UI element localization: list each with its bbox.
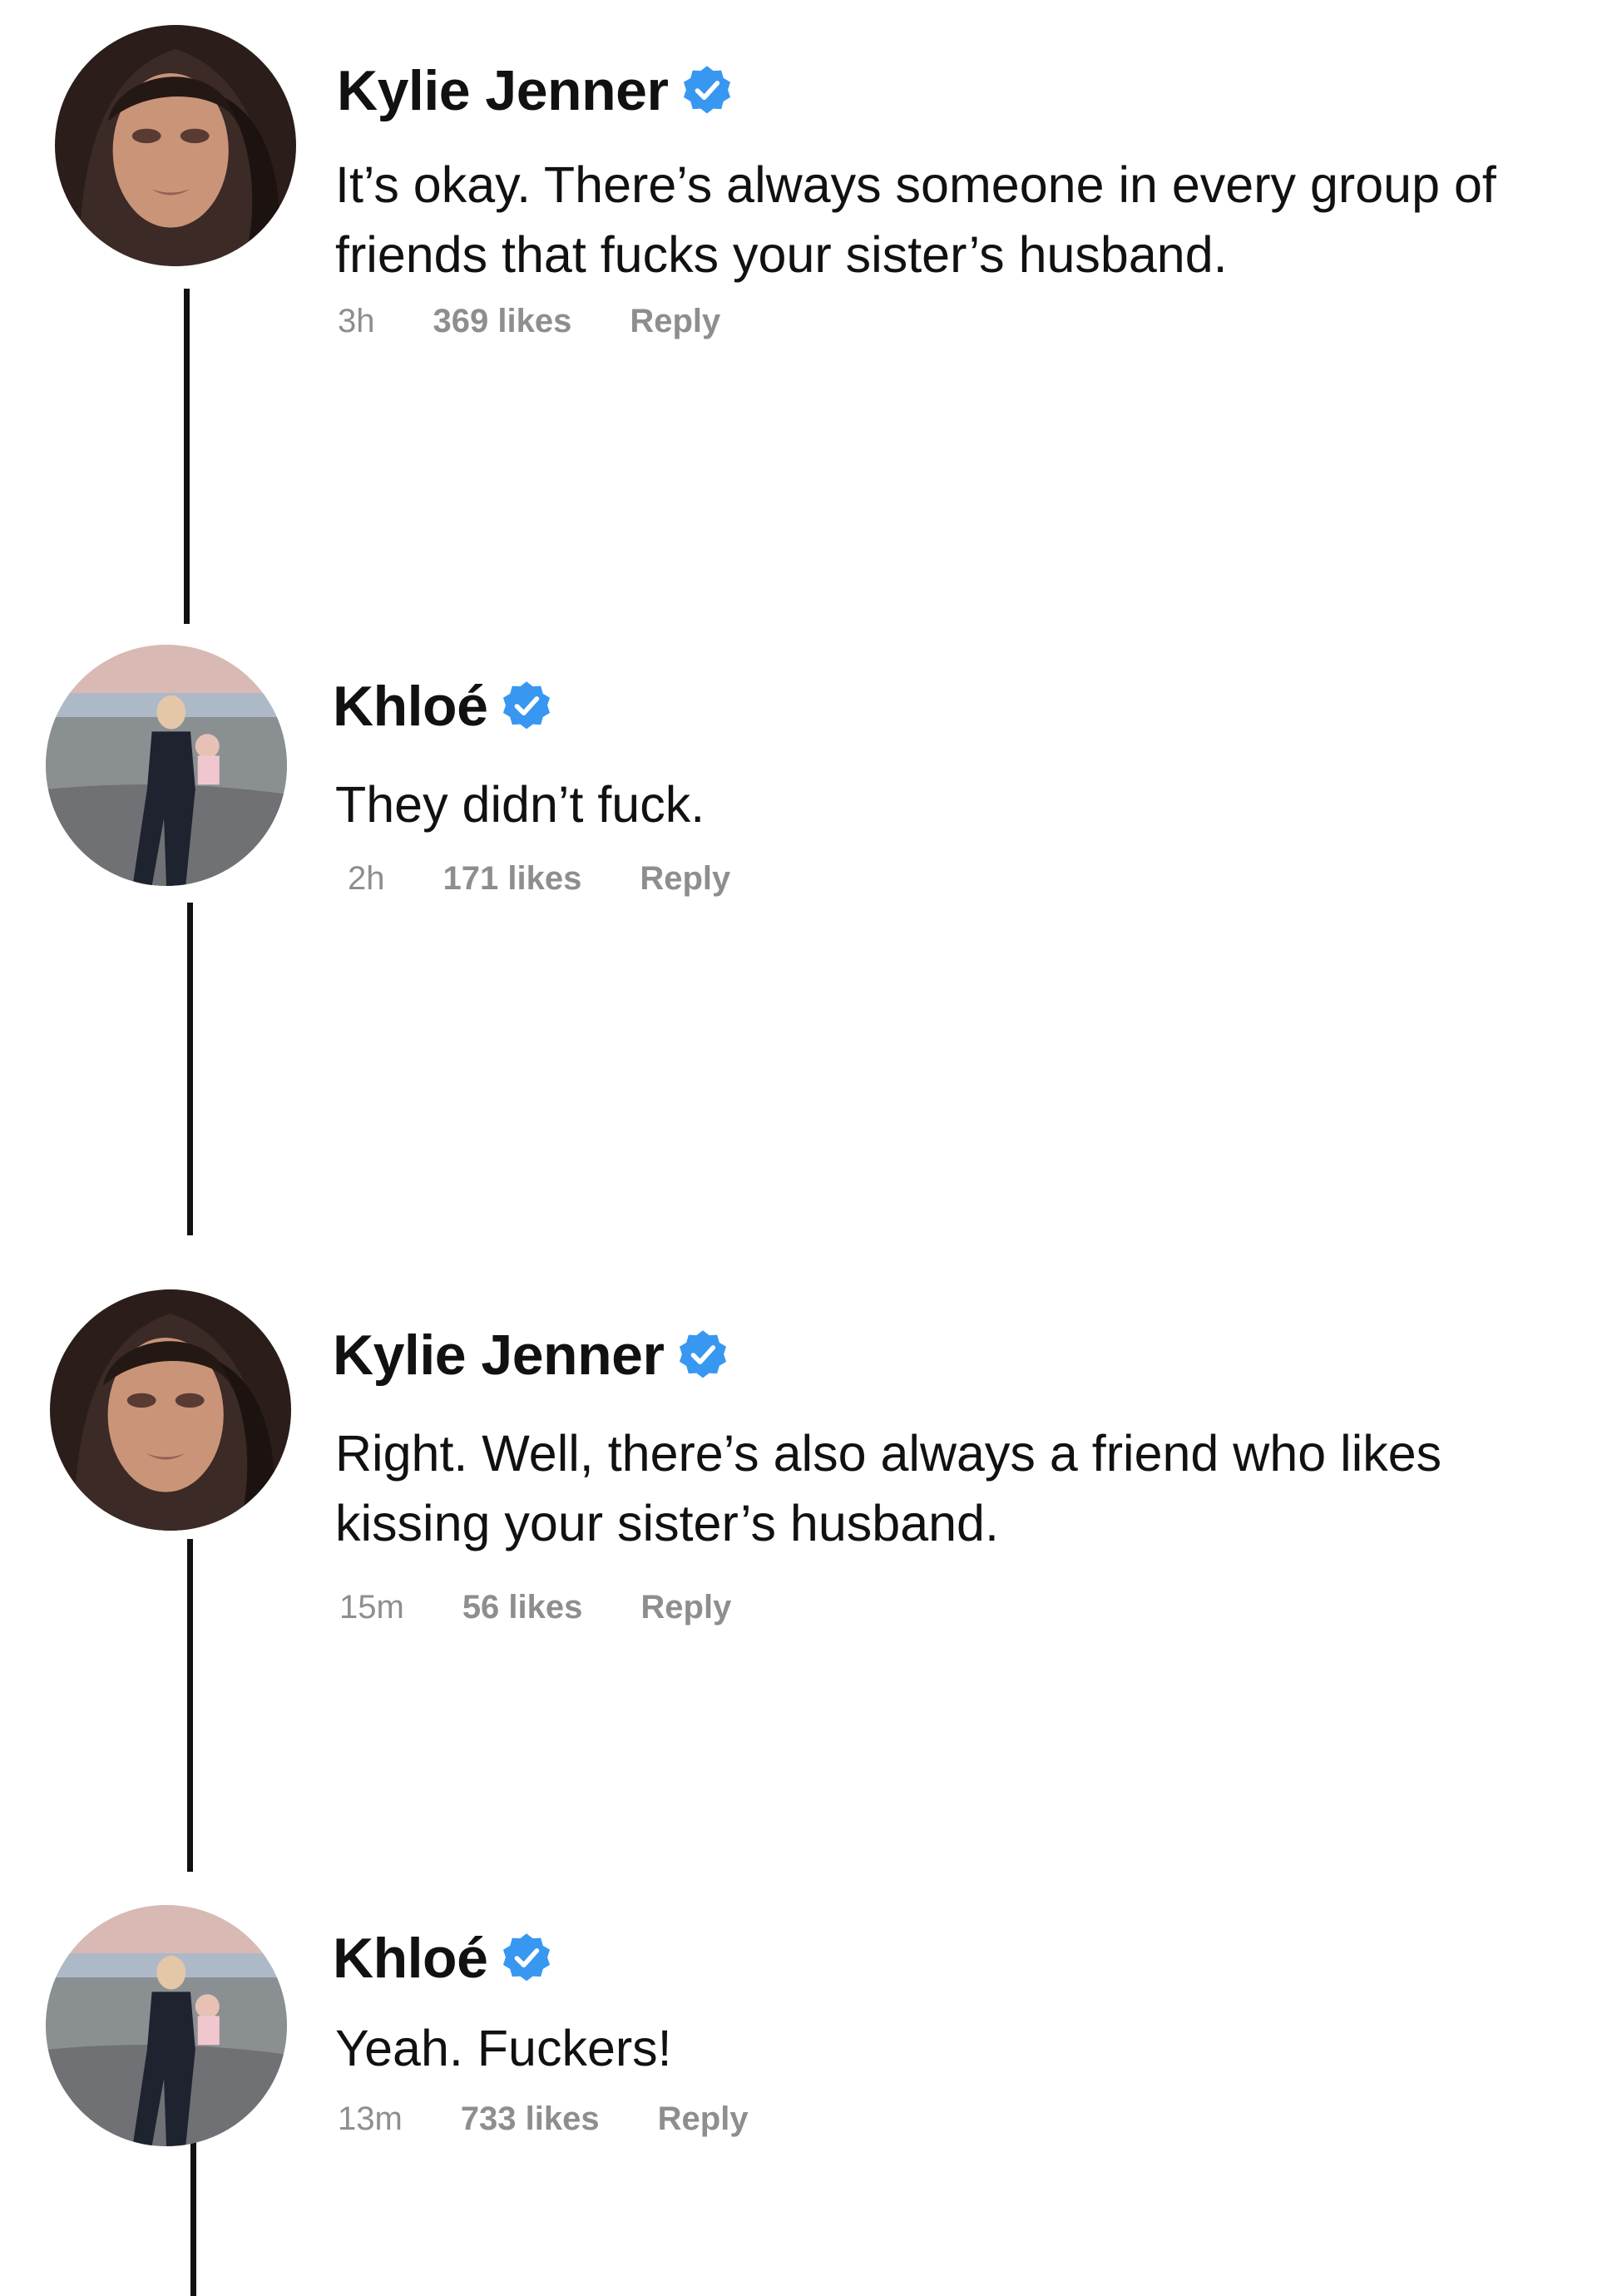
kylie-portrait-image [50,1289,291,1531]
kylie-portrait-image [55,25,296,266]
verified-badge-icon [499,679,554,734]
thread-line [187,903,193,1235]
comment-meta: 15m 56 likes Reply [339,1589,731,1626]
verified-badge-icon [680,63,734,118]
khloe-beach-photo-image [46,645,287,886]
reply-button[interactable]: Reply [640,860,730,898]
thread-line [190,2142,196,2296]
username[interactable]: Khloé [333,674,488,739]
comment-text: Yeah. Fuckers! [335,2020,672,2076]
avatar[interactable] [46,1905,287,2146]
reply-button[interactable]: Reply [658,2101,749,2138]
reply-button[interactable]: Reply [630,303,720,340]
username[interactable]: Kylie Jenner [333,1323,665,1388]
comment-meta: 2h 171 likes Reply [348,860,730,898]
thread-line [184,289,190,624]
comment-timestamp: 13m [338,2101,403,2137]
likes-count[interactable]: 56 likes [462,1589,583,1626]
khloe-beach-photo-image [46,1905,287,2146]
avatar[interactable] [55,25,296,266]
comment-meta: 13m 733 likes Reply [338,2101,749,2138]
avatar[interactable] [50,1289,291,1531]
likes-count[interactable]: 171 likes [443,860,582,898]
reply-button[interactable]: Reply [640,1589,731,1626]
comment-meta: 3h 369 likes Reply [338,303,720,340]
username[interactable]: Khloé [333,1926,488,1991]
likes-count[interactable]: 733 likes [461,2101,600,2138]
thread-line [187,1539,193,1872]
comment-text: They didn’t fuck. [335,776,705,833]
username[interactable]: Kylie Jenner [337,58,669,123]
comment-text: Right. Well, there’s also always a frien… [335,1425,1456,1551]
verified-badge-icon [675,1328,730,1383]
comment-text: It’s okay. There’s always someone in eve… [335,156,1510,283]
comment-timestamp: 2h [348,860,385,897]
likes-count[interactable]: 369 likes [433,303,572,340]
comment-timestamp: 3h [338,303,375,339]
comment-timestamp: 15m [339,1589,404,1626]
verified-badge-icon [499,1931,554,1986]
avatar[interactable] [46,645,287,886]
